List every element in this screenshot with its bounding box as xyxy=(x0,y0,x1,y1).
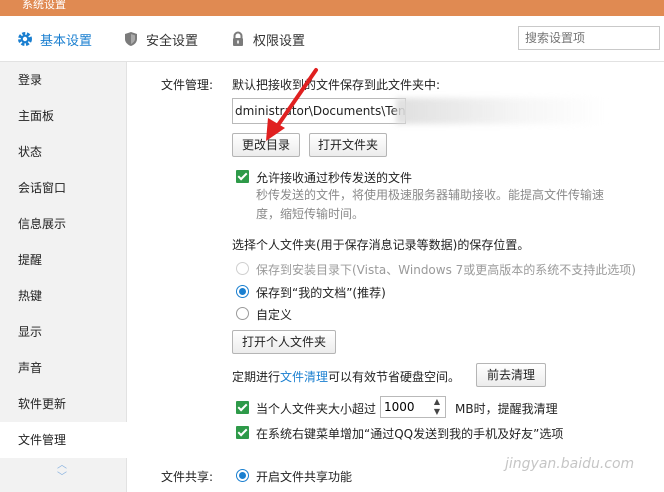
stepper-down-icon[interactable]: ▼ xyxy=(431,407,443,417)
size-limit-suffix: MB时，提醒我清理 xyxy=(455,402,558,416)
change-directory-button[interactable]: 更改目录 xyxy=(232,133,300,157)
sidebar-item-label: 会话窗口 xyxy=(18,181,67,195)
sidebar-item-hotkeys[interactable]: 热键 xyxy=(0,278,127,314)
sidebar-item-login[interactable]: 登录 xyxy=(0,62,127,98)
sidebar-item-label: 热键 xyxy=(18,289,43,303)
open-folder-button[interactable]: 打开文件夹 xyxy=(309,133,387,157)
tab-label: 权限设置 xyxy=(253,33,306,49)
cleanup-prefix: 定期进行 xyxy=(232,370,281,384)
context-menu-label: 在系统右键菜单增加“通过QQ发送到我的手机及好友”选项 xyxy=(256,427,564,441)
watermark: jingyan.baidu.com xyxy=(505,456,635,472)
sidebar-item-label: 信息展示 xyxy=(18,217,67,231)
save-location-description: 默认把接收到的文件保存到此文件夹中: xyxy=(232,78,441,92)
chevron-up-icon[interactable]: ︿ xyxy=(55,460,69,472)
tab-label: 基本设置 xyxy=(40,33,93,49)
allow-fast-transfer-checkbox[interactable] xyxy=(236,170,249,183)
window-titlebar: 系统设置 xyxy=(0,0,664,16)
sidebar-item-label: 文件管理 xyxy=(18,433,67,447)
fast-transfer-hint-line1: 秒传发送的文件，将使用极速服务器辅助接收。能提高文件传输速 xyxy=(256,188,605,202)
file-management-section-label: 文件管理: xyxy=(161,78,214,92)
sidebar-item-display[interactable]: 显示 xyxy=(0,314,127,350)
tab-permission-settings[interactable]: 权限设置 xyxy=(229,16,305,62)
radio-custom-label: 自定义 xyxy=(256,308,293,322)
radio-my-documents[interactable] xyxy=(236,285,249,298)
sidebar-item-label: 显示 xyxy=(18,325,43,339)
cleanup-description: 定期进行文件清理可以有效节省硬盘空间。 xyxy=(232,368,460,385)
radio-my-documents-label: 保存到“我的文档”(推荐) xyxy=(256,286,386,300)
file-sharing-section-label: 文件共享: xyxy=(161,470,214,484)
sidebar-item-file-management[interactable]: 文件管理 xyxy=(0,422,128,458)
sidebar-item-label: 提醒 xyxy=(18,253,43,267)
tab-label: 安全设置 xyxy=(146,33,199,49)
redacted-path-blur xyxy=(396,98,606,124)
sidebar-scroll-arrows[interactable]: ︿ ﹀ xyxy=(55,460,69,484)
size-limit-stepper[interactable]: ▲ ▼ xyxy=(380,396,446,418)
sidebar-item-label: 状态 xyxy=(18,145,43,159)
fast-transfer-hint-line2: 度，缩短传输时间。 xyxy=(256,207,365,221)
open-personal-folder-button[interactable]: 打开个人文件夹 xyxy=(232,330,336,354)
context-menu-checkbox[interactable] xyxy=(236,426,249,439)
enable-file-sharing-label: 开启文件共享功能 xyxy=(256,470,353,484)
size-limit-prefix: 当个人文件夹大小超过 xyxy=(256,402,377,416)
chevron-down-icon[interactable]: ﹀ xyxy=(55,472,69,484)
window-title: 系统设置 xyxy=(22,0,66,11)
sidebar: 登录 主面板 状态 会话窗口 信息展示 提醒 热键 显示 声音 软件更新 文件管… xyxy=(0,62,128,492)
sidebar-item-label: 主面板 xyxy=(18,109,55,123)
stepper-up-icon[interactable]: ▲ xyxy=(431,397,443,407)
size-limit-checkbox[interactable] xyxy=(236,401,249,414)
radio-custom[interactable] xyxy=(236,307,249,320)
search-input[interactable] xyxy=(518,26,660,50)
radio-install-dir-label: 保存到安装目录下(Vista、Windows 7或更高版本的系统不支持此选项) xyxy=(256,263,636,277)
shield-icon xyxy=(122,30,140,48)
radio-enable-file-sharing[interactable] xyxy=(236,469,249,482)
sidebar-item-info-display[interactable]: 信息展示 xyxy=(0,206,127,242)
allow-fast-transfer-label: 允许接收通过秒传发送的文件 xyxy=(256,171,413,185)
tab-basic-settings[interactable]: 基本设置 xyxy=(16,16,92,62)
sidebar-item-reminders[interactable]: 提醒 xyxy=(0,242,127,278)
gear-icon xyxy=(16,30,34,48)
sidebar-item-label: 登录 xyxy=(18,73,43,87)
lock-icon xyxy=(229,30,247,48)
personal-folder-description: 选择个人文件夹(用于保存消息记录等数据)的保存位置。 xyxy=(232,238,530,252)
sidebar-item-main-panel[interactable]: 主面板 xyxy=(0,98,127,134)
sidebar-item-software-update[interactable]: 软件更新 xyxy=(0,386,127,422)
size-limit-input[interactable] xyxy=(381,397,427,417)
settings-content: 文件管理: 默认把接收到的文件保存到此文件夹中: dministrator\Do… xyxy=(128,62,664,492)
sidebar-item-chat-window[interactable]: 会话窗口 xyxy=(0,170,127,206)
sidebar-item-label: 声音 xyxy=(18,361,43,375)
file-cleanup-link[interactable]: 文件清理 xyxy=(280,370,328,384)
sidebar-item-status[interactable]: 状态 xyxy=(0,134,127,170)
sidebar-item-label: 软件更新 xyxy=(18,397,67,411)
download-path-field[interactable]: dministrator\Documents\Ten xyxy=(232,98,406,124)
cleanup-suffix: 可以有效节省硬盘空间。 xyxy=(328,370,461,384)
radio-install-dir[interactable] xyxy=(236,262,249,275)
go-clean-button[interactable]: 前去清理 xyxy=(476,363,546,387)
tab-security-settings[interactable]: 安全设置 xyxy=(122,16,198,62)
sidebar-item-sound[interactable]: 声音 xyxy=(0,350,127,386)
top-tab-bar: 基本设置 安全设置 权限设置 xyxy=(0,16,664,62)
